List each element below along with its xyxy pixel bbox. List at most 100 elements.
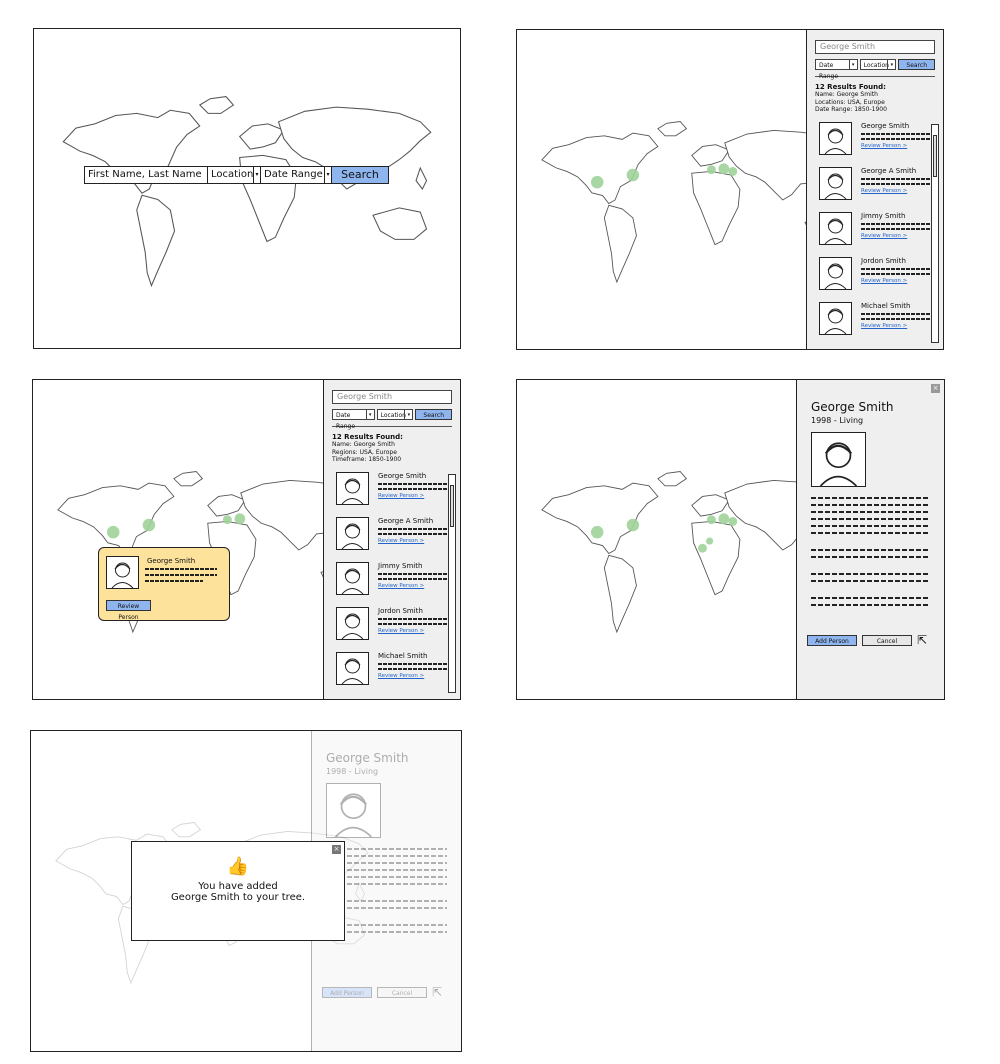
avatar [106,556,139,589]
result-marker[interactable] [590,525,604,539]
add-person-button: Add Person [322,986,372,998]
date-range-label: Date Range [264,169,323,180]
person-name: Michael Smith [378,651,428,660]
scrollbar-thumb[interactable] [933,135,937,177]
review-person-button[interactable]: Review Person [106,600,151,621]
person-name: Jordon Smith [378,606,423,615]
list-item[interactable]: George A Smith Review Person > [815,166,935,212]
result-marker[interactable] [142,518,156,532]
person-detail-panel: × George Smith 1998 - Living Add Person … [796,380,944,699]
results-sidebar: George Smith Date Range ▾ Location ▾ Searc… [323,380,460,699]
list-item[interactable]: Jordon Smith Review Person > [815,256,935,302]
avatar [336,606,369,640]
description-text [378,622,448,625]
date-range-select[interactable]: Date Range ▾ [332,409,375,430]
filter-row: Date Range ▾ Location ▾ Search [332,409,453,430]
person-lifespan: 1998 - Living [326,767,379,776]
avatar [819,166,852,200]
search-button[interactable]: Search [332,167,388,183]
review-person-link[interactable]: Review Person > [378,583,424,589]
search-input[interactable]: George Smith [815,40,935,54]
popup-name: George Smith [147,557,196,565]
chevron-down-icon: ▾ [324,167,331,183]
confirmation-line-1: You have added [198,881,278,892]
result-marker[interactable] [626,168,640,182]
description-text [378,487,448,490]
result-marker[interactable] [590,175,604,189]
share-icon[interactable]: ⇱ [917,633,927,647]
list-item[interactable]: Michael Smith Review Person > [332,651,452,697]
location-select[interactable]: Location ▾ [208,167,261,183]
date-range-select[interactable]: Date Range ▾ [261,167,332,183]
result-marker[interactable] [706,515,716,525]
scrollbar[interactable] [931,124,939,343]
meta-timeframe: Timeframe: 1850-1900 [332,456,402,463]
panel-4-person-detail: × George Smith 1998 - Living Add Person … [516,379,945,700]
result-marker[interactable] [706,537,714,545]
review-person-link[interactable]: Review Person > [861,278,907,284]
result-marker[interactable] [728,517,738,526]
chevron-down-icon: ▾ [887,60,895,69]
share-icon: ⇱ [432,985,443,999]
review-person-link[interactable]: Review Person > [378,673,424,679]
review-person-link[interactable]: Review Person > [378,493,424,499]
close-icon[interactable]: × [332,845,341,854]
confirmation-modal: × 👍 You have added George Smith to your … [131,841,345,941]
list-item[interactable]: Michael Smith Review Person > [815,301,935,347]
add-person-button[interactable]: Add Person [807,634,857,646]
meta-name: Name: George Smith [815,91,878,98]
result-marker[interactable] [718,163,730,175]
description-text [378,527,448,530]
review-person-link[interactable]: Review Person > [861,233,907,239]
list-item[interactable]: George Smith Review Person > [815,121,935,167]
result-marker[interactable] [698,543,707,553]
date-range-select[interactable]: Date Range ▾ [815,59,858,80]
review-person-link[interactable]: Review Person > [378,628,424,634]
list-item[interactable]: George A Smith Review Person > [332,516,452,562]
results-count: 12 Results Found: [332,433,403,441]
result-marker[interactable] [626,518,640,532]
review-person-link[interactable]: Review Person > [861,323,907,329]
result-marker[interactable] [234,513,246,525]
scrollbar[interactable] [448,474,456,693]
search-bar: First Name, Last Name Location ▾ Date Ra… [84,166,389,184]
close-icon[interactable]: × [931,384,940,393]
person-name: Jimmy Smith [378,561,423,570]
location-select[interactable]: Location ▾ [859,59,897,70]
cancel-button: Cancel [377,986,427,998]
name-input[interactable]: First Name, Last Name [85,167,208,183]
list-item[interactable]: Jimmy Smith Review Person > [815,211,935,257]
list-item[interactable]: Jordon Smith Review Person > [332,606,452,652]
result-marker[interactable] [728,167,738,176]
meta-date-range: Date Range: 1850-1900 [815,106,887,113]
review-person-link[interactable]: Review Person > [861,188,907,194]
location-label: Location [380,412,406,419]
description-text [378,482,448,485]
search-meta: Name: George Smith Locations: USA, Europ… [815,91,935,114]
location-select[interactable]: Location ▾ [376,409,414,420]
description-text [145,574,217,576]
result-marker[interactable] [706,165,716,175]
description-text [861,137,931,140]
scrollbar-thumb[interactable] [450,485,454,527]
results-sidebar: George Smith Date Range ▾ Location ▾ Searc… [806,30,943,349]
search-input[interactable]: George Smith [332,390,452,404]
meta-locations: Locations: USA, Europe [815,98,885,106]
action-row: Add Person Cancel ⇱ [322,985,442,999]
avatar [819,301,852,335]
person-name: George A Smith [861,166,917,175]
search-button[interactable]: Search [898,59,936,70]
result-marker[interactable] [222,515,232,525]
result-marker[interactable] [718,513,730,525]
search-button[interactable]: Search [415,409,453,420]
cancel-button[interactable]: Cancel [862,634,912,646]
result-marker[interactable] [106,525,120,539]
list-item[interactable]: Jimmy Smith Review Person > [332,561,452,607]
list-item[interactable]: George Smith Review Person > [332,471,452,517]
review-person-link[interactable]: Review Person > [861,143,907,149]
description-text [861,312,931,315]
person-popup: George Smith Review Person [98,547,230,621]
review-person-link[interactable]: Review Person > [378,538,424,544]
description-text [378,532,448,535]
description-text [378,667,448,670]
